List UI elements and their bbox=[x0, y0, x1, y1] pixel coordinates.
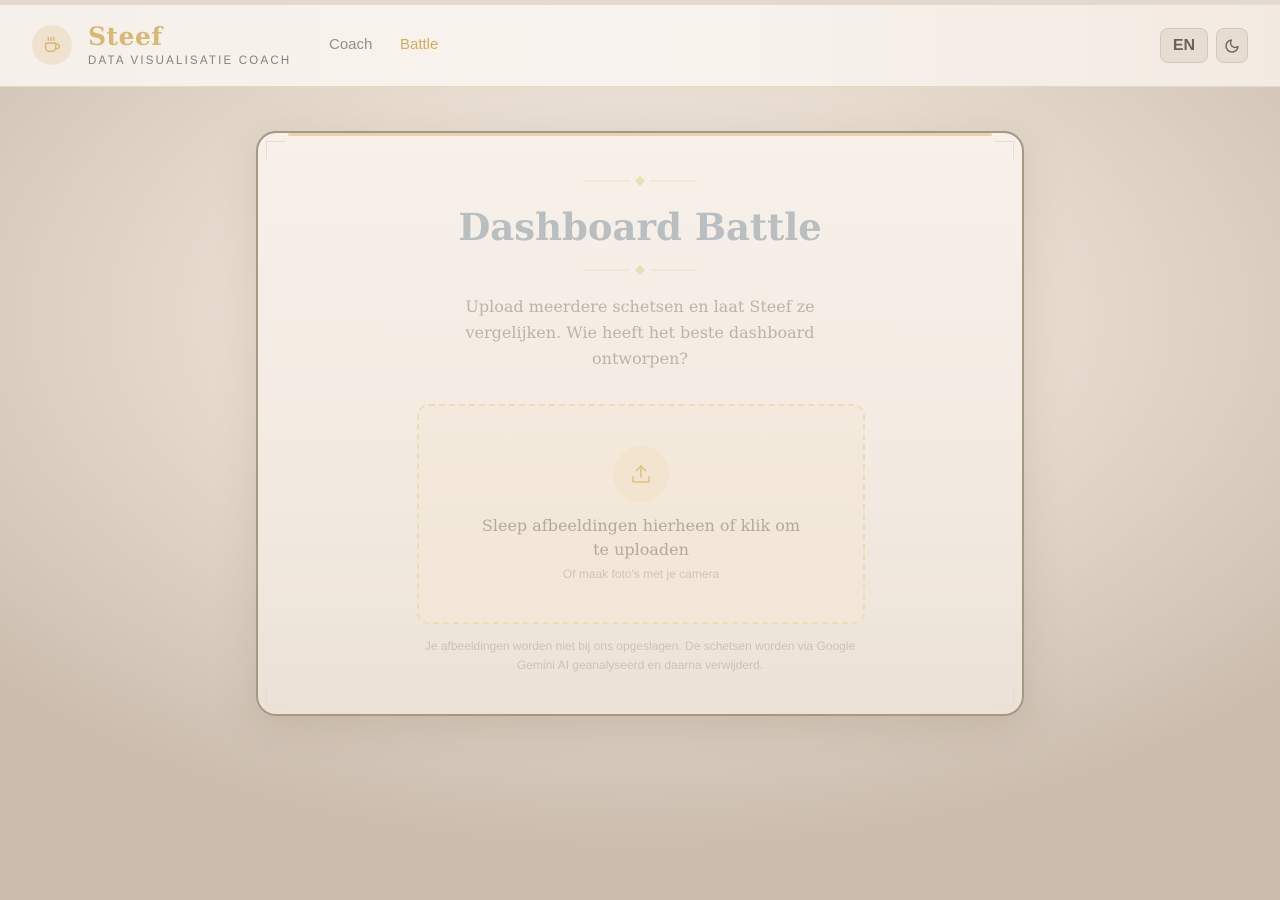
privacy-note: Je afbeeldingen worden niet bij ons opge… bbox=[424, 639, 856, 672]
diamond-divider-icon bbox=[584, 176, 696, 186]
corner-ornament bbox=[994, 141, 1014, 161]
diamond-divider-icon bbox=[584, 265, 696, 275]
nav-link-battle[interactable]: Battle bbox=[400, 36, 438, 53]
top-navigation-bar: Steef DATA VISUALISATIE COACH Coach Batt… bbox=[0, 5, 1280, 87]
nav-link-coach[interactable]: Coach bbox=[329, 36, 372, 53]
page-title: Dashboard Battle bbox=[458, 205, 822, 249]
upload-icon bbox=[632, 465, 650, 483]
image-upload-dropzone[interactable]: Sleep afbeeldingen hierheen of klik om t… bbox=[417, 404, 865, 624]
brand-name[interactable]: Steef bbox=[88, 22, 163, 51]
logo-badge[interactable] bbox=[32, 25, 72, 65]
dropzone-main-text: Sleep afbeeldingen hierheen of klik om t… bbox=[481, 516, 801, 559]
dropzone-camera-hint: Of maak foto's met je camera bbox=[562, 567, 720, 581]
corner-ornament bbox=[266, 686, 286, 706]
theme-toggle-button[interactable] bbox=[1216, 28, 1248, 63]
moon-icon bbox=[1225, 38, 1239, 53]
brand-subtitle: DATA VISUALISATIE COACH bbox=[88, 55, 292, 67]
battle-card: Dashboard Battle Upload meerdere schetse… bbox=[256, 131, 1024, 716]
corner-ornament bbox=[994, 686, 1014, 706]
card-top-accent bbox=[288, 133, 992, 136]
diamond-divider-icon bbox=[584, 751, 696, 761]
language-toggle-button[interactable]: EN bbox=[1160, 28, 1208, 63]
coffee-cup-icon bbox=[44, 36, 61, 53]
page-subtitle: Upload meerdere schetsen en laat Steef z… bbox=[465, 297, 815, 368]
corner-ornament bbox=[266, 141, 286, 161]
upload-icon-badge bbox=[613, 446, 669, 502]
